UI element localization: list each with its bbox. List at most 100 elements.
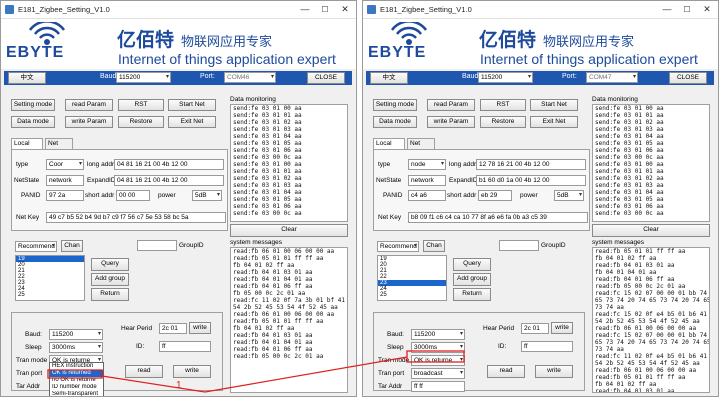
short-addr-field[interactable]: eb 29 [478, 190, 512, 201]
tab-local-cmd[interactable]: Local Cmd [373, 138, 405, 157]
port-select[interactable]: COM46 ▾ [224, 72, 276, 83]
add-group-button[interactable]: Add group [453, 273, 491, 286]
tran-mode-option[interactable]: no OK is returne [50, 377, 103, 384]
net-key-field[interactable]: b8 09 f1 c6 c4 ca 10 77 8f a6 e6 fa 0b a… [408, 212, 588, 223]
short-addr-field[interactable]: 00 00 [116, 190, 150, 201]
start-net-button[interactable]: Start Net [168, 99, 216, 111]
channel-list[interactable]: 19 20 21 22 23 24 25 [377, 255, 447, 301]
groupid-field[interactable] [499, 240, 539, 251]
clear-button[interactable]: Clear [230, 224, 348, 237]
chan-button[interactable]: Chan [61, 240, 83, 252]
query-button[interactable]: Query [91, 258, 129, 271]
type-select[interactable]: node ▾ [408, 159, 446, 170]
tab-local-cmd[interactable]: Local Cmd [11, 138, 43, 157]
log-line: send:fe 03 01 04 aa [595, 189, 664, 196]
write-param-button[interactable]: write Param [65, 116, 113, 128]
tran-mode-select[interactable]: OK is returne ▾ [411, 355, 465, 366]
write-button[interactable]: write [173, 365, 211, 378]
rst-button[interactable]: RST [480, 99, 526, 111]
data-mode-button[interactable]: Data mode [373, 116, 417, 128]
return-button[interactable]: Return [453, 288, 491, 301]
channel-item[interactable]: 25 [378, 292, 446, 298]
tran-mode-option[interactable]: HEX instruction [50, 363, 103, 370]
hear-period-write-button[interactable]: write [551, 322, 573, 334]
groupid-field[interactable] [137, 240, 177, 251]
id-field[interactable]: ff [159, 341, 211, 352]
exit-net-button[interactable]: Exit Net [530, 116, 578, 128]
tran-mode-dropdown-list[interactable]: HEX instruction OK is returned no OK is re… [49, 362, 104, 396]
data-monitoring-log[interactable]: send:fe 03 01 00 aa send:fe 03 01 01 aa se… [230, 104, 348, 222]
rst-button[interactable]: RST [118, 99, 164, 111]
minimize-icon[interactable]: — [298, 4, 312, 15]
sleep-select[interactable]: 3000ms ▾ [411, 342, 465, 353]
read-button[interactable]: read [125, 365, 163, 378]
language-button[interactable]: 中文 [370, 72, 408, 84]
close-port-button[interactable]: CLOSE [307, 72, 345, 84]
id-field[interactable]: ff [521, 341, 573, 352]
hear-period-field[interactable]: 2c 01 [159, 323, 187, 334]
expandid-field[interactable]: b1 60 d0 1a 00 4b 12 00 [476, 175, 586, 186]
panid-field[interactable]: c4 a6 [408, 190, 446, 201]
power-select[interactable]: 5dB ▾ [554, 190, 584, 201]
recommend-select[interactable]: Recommend ▾ [377, 241, 419, 252]
sleep-select[interactable]: 3000ms ▾ [49, 342, 103, 353]
restore-button[interactable]: Restore [480, 116, 526, 128]
setting-mode-button[interactable]: Setting mode [11, 99, 55, 111]
tran-port-select[interactable]: broadcast ▾ [411, 368, 465, 379]
restore-button[interactable]: Restore [118, 116, 164, 128]
language-button[interactable]: 中文 [8, 72, 46, 84]
long-addr-field[interactable]: 04 81 16 21 00 4b 12 00 [114, 159, 224, 170]
read-param-button[interactable]: read Param [427, 99, 475, 111]
recommend-select[interactable]: Recommend ▾ [15, 241, 57, 252]
clear-button[interactable]: Clear [592, 224, 710, 237]
tran-mode-option[interactable]: ID number mode [50, 384, 103, 391]
expandid-field[interactable]: 04 81 16 21 00 4b 12 00 [114, 175, 224, 186]
type-select[interactable]: Coor ▾ [46, 159, 84, 170]
long-addr-field[interactable]: 12 78 16 21 00 4b 12 00 [476, 159, 586, 170]
port-select[interactable]: COM47 ▾ [586, 72, 638, 83]
read-button[interactable]: read [487, 365, 525, 378]
baud2-select[interactable]: 115200 ▾ [49, 329, 103, 340]
baud-select[interactable]: 115200 ▾ [478, 72, 533, 83]
exit-net-button[interactable]: Exit Net [168, 116, 216, 128]
write-button[interactable]: write [535, 365, 573, 378]
tran-mode-option[interactable]: OK is returned [50, 370, 103, 377]
close-icon[interactable]: ✕ [338, 4, 352, 15]
minimize-icon[interactable]: — [660, 4, 674, 15]
chan-button[interactable]: Chan [423, 240, 445, 252]
channel-item[interactable]: 25 [16, 292, 84, 298]
baud-select[interactable]: 115200 ▾ [116, 72, 171, 83]
panid-field[interactable]: 97 2a [46, 190, 84, 201]
baud2-label: Baud: [387, 331, 404, 338]
tran-mode-option[interactable]: Semi-transparent [50, 391, 103, 396]
return-button[interactable]: Return [91, 288, 129, 301]
netstate-label: NetState [14, 177, 40, 184]
system-messages-label: system messages [230, 239, 283, 246]
add-group-button[interactable]: Add group [91, 273, 129, 286]
tar-addr-field[interactable]: ff ff [411, 381, 465, 392]
close-port-button[interactable]: CLOSE [669, 72, 707, 84]
query-button[interactable]: Query [453, 258, 491, 271]
close-icon[interactable]: ✕ [700, 4, 714, 15]
baud2-select[interactable]: 115200 ▾ [411, 329, 465, 340]
power-select[interactable]: 5dB ▾ [192, 190, 222, 201]
hear-period-write-button[interactable]: write [189, 322, 211, 334]
system-messages-log[interactable]: read:fb 06 01 00 06 00 00 aa read:fb 05 0… [230, 247, 348, 393]
system-messages-log[interactable]: read:fb 05 01 01 ff ff aa fb 04 01 02 ff … [592, 247, 710, 393]
netstate-field[interactable]: network [46, 175, 84, 186]
setting-mode-button[interactable]: Setting mode [373, 99, 417, 111]
maximize-icon[interactable]: ☐ [318, 4, 332, 15]
maximize-icon[interactable]: ☐ [680, 4, 694, 15]
tran-mode-label: Tran mode [16, 357, 48, 364]
netstate-field[interactable]: network [408, 175, 446, 186]
hear-period-field[interactable]: 2c 01 [521, 323, 549, 334]
data-monitoring-log[interactable]: send:fe 03 01 00 aa send:fe 03 01 01 aa se… [592, 104, 710, 222]
net-key-field[interactable]: 49 c7 b5 52 b4 9d b7 c9 f7 56 c7 5e 53 5… [46, 212, 226, 223]
tab-net-cmd[interactable]: Net Cmd [45, 138, 73, 157]
channel-list[interactable]: 19 20 21 22 23 24 25 [15, 255, 85, 301]
start-net-button[interactable]: Start Net [530, 99, 578, 111]
read-param-button[interactable]: read Param [65, 99, 113, 111]
write-param-button[interactable]: write Param [427, 116, 475, 128]
data-mode-button[interactable]: Data mode [11, 116, 55, 128]
tab-net-cmd[interactable]: Net Cmd [407, 138, 435, 157]
